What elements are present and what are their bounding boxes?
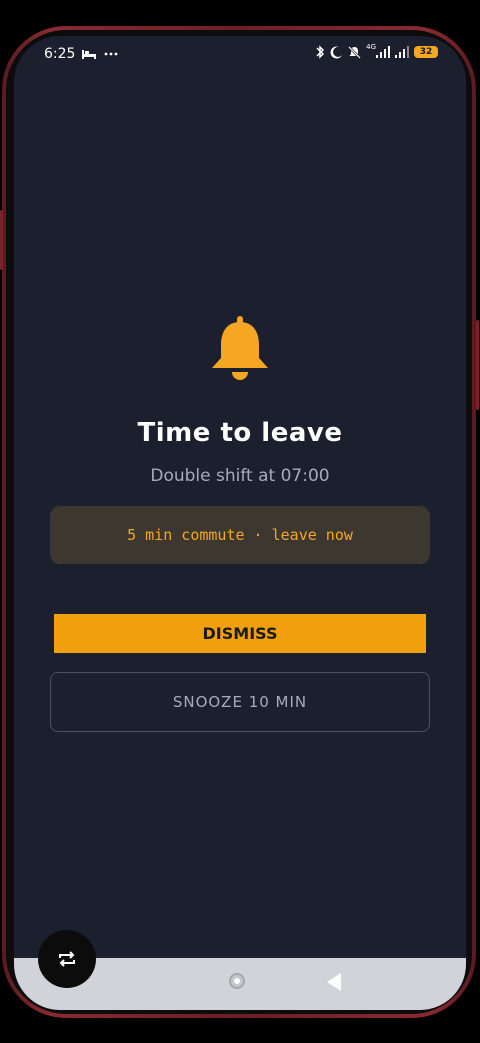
phone-screen: 6:25 4G 32 Time to leave Double shift at… xyxy=(14,36,466,1010)
floating-repeat-button[interactable] xyxy=(38,930,96,988)
back-triangle-icon[interactable] xyxy=(327,973,341,991)
alarm-subtitle: Double shift at 07:00 xyxy=(150,466,330,486)
commute-banner: 5 min commute · leave now xyxy=(50,506,430,564)
snooze-button[interactable]: SNOOZE 10 MIN xyxy=(50,672,430,732)
side-button-right xyxy=(476,320,479,410)
dismiss-button[interactable]: DISMISS xyxy=(54,614,426,653)
alarm-title: Time to leave xyxy=(137,418,343,448)
repeat-icon xyxy=(59,951,75,967)
side-button-left xyxy=(0,210,3,270)
bell-icon xyxy=(212,316,268,380)
home-button-icon[interactable] xyxy=(229,973,245,989)
commute-banner-text: 5 min commute · leave now xyxy=(127,526,353,544)
alarm-screen: Time to leave Double shift at 07:00 5 mi… xyxy=(14,36,466,1010)
